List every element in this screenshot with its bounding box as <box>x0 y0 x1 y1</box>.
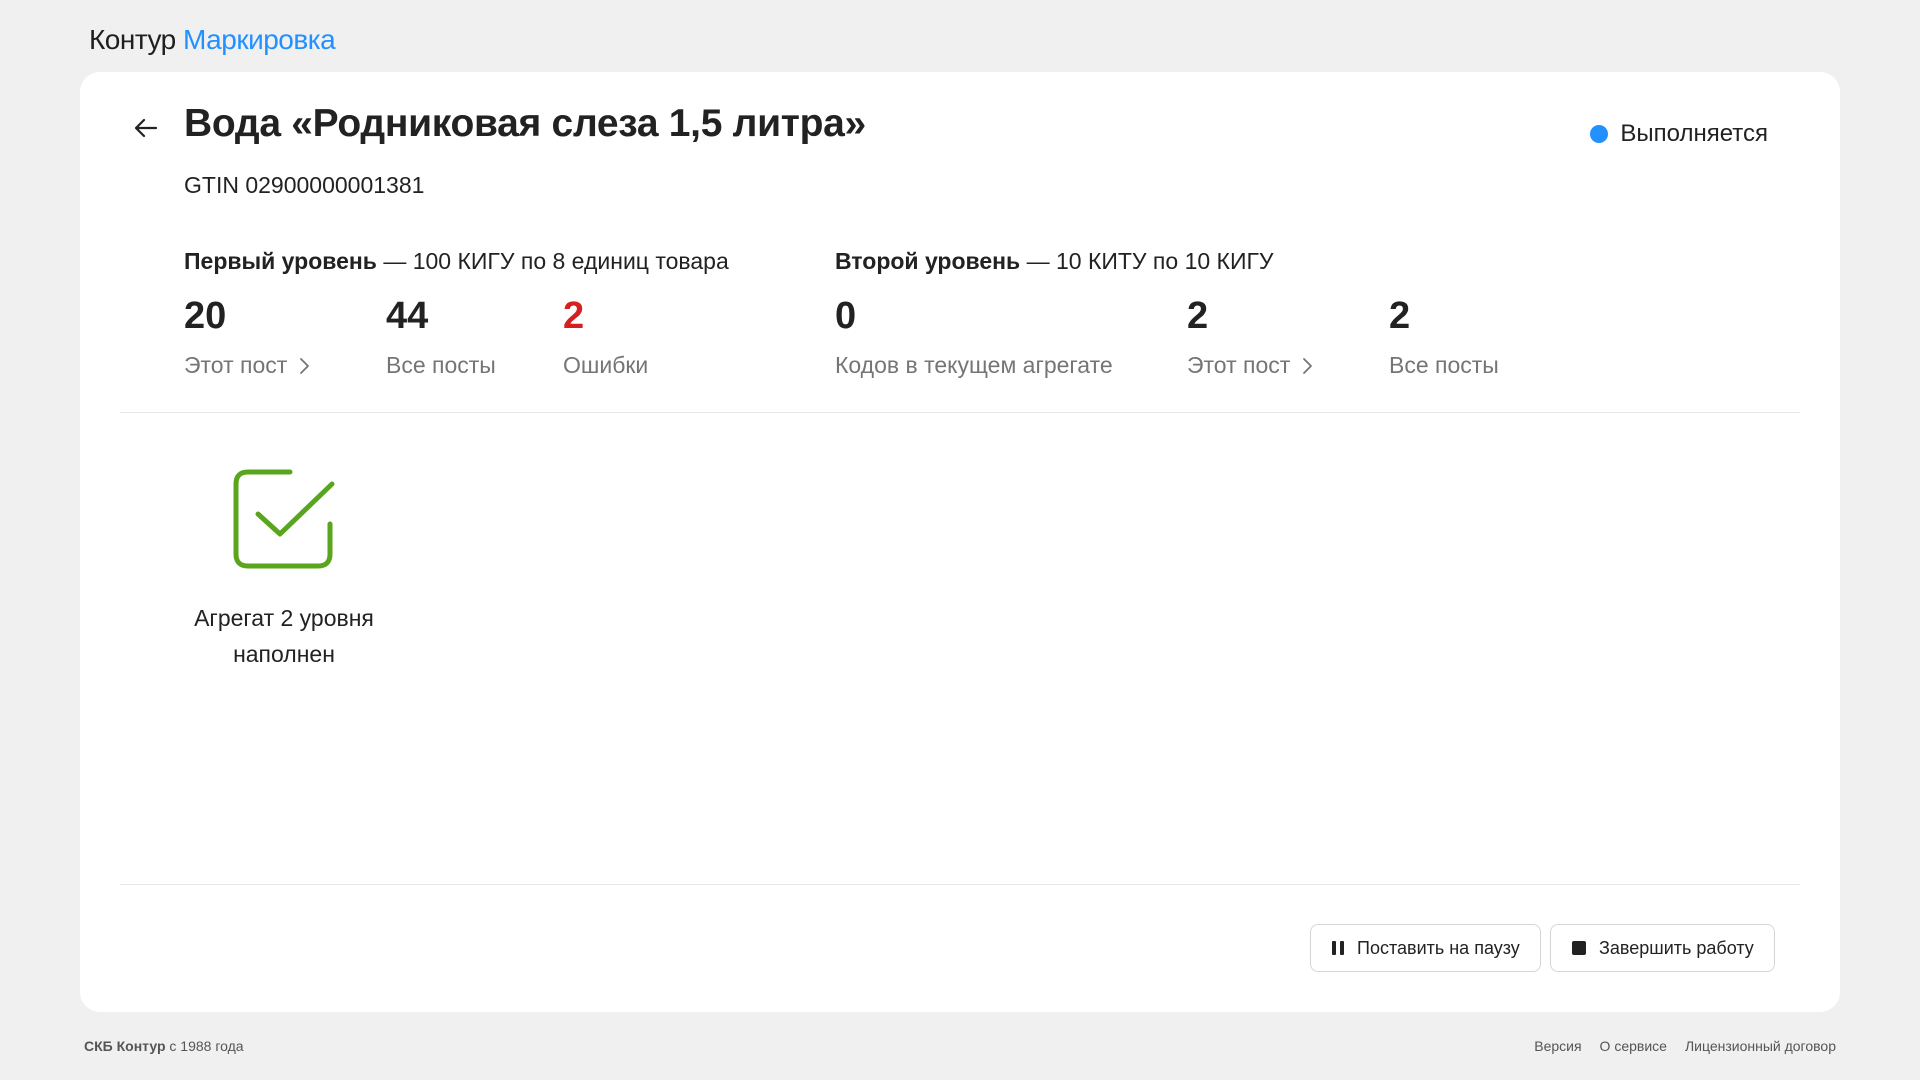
level2-current-aggregate-value: 0 <box>835 295 857 337</box>
footer-company: СКБ Контур <box>84 1038 166 1054</box>
level2-stat-all-posts: 2 Все посты <box>1389 294 1499 379</box>
level1-this-post-label: Этот пост <box>184 352 288 378</box>
level2-all-posts-value: 2 <box>1389 295 1411 337</box>
back-arrow-icon[interactable] <box>130 112 162 144</box>
level1-errors-label: Ошибки <box>563 352 649 378</box>
divider <box>120 412 1800 413</box>
status-label: Выполняется <box>1620 120 1768 147</box>
check-square-icon <box>233 469 335 569</box>
aggregate-status-line1: Агрегат 2 уровня <box>194 605 374 631</box>
logo-brand: Контур <box>89 24 176 55</box>
finish-button-label: Завершить работу <box>1599 937 1754 958</box>
pause-button-label: Поставить на паузу <box>1357 937 1520 958</box>
footer-since: с 1988 года <box>165 1038 244 1054</box>
level1-name: Первый уровень <box>184 248 377 274</box>
level2-this-post-link[interactable]: Этот пост <box>1187 352 1314 379</box>
task-card: Вода «Родниковая слеза 1,5 литра» GTIN 0… <box>80 72 1840 1012</box>
level1-this-post-value: 20 <box>184 295 227 337</box>
level1-stat-all-posts: 44 Все посты <box>386 294 496 379</box>
level2-heading: Второй уровень — 10 КИТУ по 10 КИГУ <box>835 248 1274 275</box>
pause-icon <box>1332 941 1344 955</box>
aggregate-status-text: Агрегат 2 уровня наполнен <box>184 600 384 672</box>
finish-button[interactable]: Завершить работу <box>1550 924 1775 972</box>
footer-links: Версия О сервисе Лицензионный договор <box>1534 1038 1836 1054</box>
footer-link-version[interactable]: Версия <box>1534 1038 1581 1054</box>
level2-current-aggregate-label: Кодов в текущем агрегате <box>835 352 1113 378</box>
stop-icon <box>1572 941 1586 955</box>
status-dot-icon <box>1590 125 1609 143</box>
level1-stat-errors: 2 Ошибки <box>563 294 648 379</box>
level1-this-post-link[interactable]: Этот пост <box>184 352 311 379</box>
level2-this-post-value: 2 <box>1187 295 1209 337</box>
level2-stat-this-post: 2 Этот пост <box>1187 294 1314 379</box>
footer-copyright: СКБ Контур с 1988 года <box>84 1038 244 1054</box>
page-title: Вода «Родниковая слеза 1,5 литра» <box>184 102 866 145</box>
chevron-right-icon <box>1303 357 1313 374</box>
level1-stat-this-post: 20 Этот пост <box>184 294 311 379</box>
level1-all-posts-value: 44 <box>386 295 429 337</box>
footer-link-license[interactable]: Лицензионный договор <box>1685 1038 1836 1054</box>
level2-description: — 10 КИТУ по 10 КИГУ <box>1020 248 1274 274</box>
level2-all-posts-label: Все посты <box>1389 352 1499 378</box>
level2-name: Второй уровень <box>835 248 1021 274</box>
gtin-code: GTIN 02900000001381 <box>184 172 425 198</box>
status-indicator: Выполняется <box>1590 120 1768 148</box>
level1-description: — 100 КИГУ по 8 единиц товара <box>376 248 729 274</box>
level2-this-post-label: Этот пост <box>1187 352 1291 378</box>
level1-heading: Первый уровень — 100 КИГУ по 8 единиц то… <box>184 248 729 275</box>
level1-all-posts-label: Все посты <box>386 352 496 378</box>
logo-product: Маркировка <box>183 24 336 55</box>
aggregate-status-line2: наполнен <box>233 641 335 667</box>
pause-button[interactable]: Поставить на паузу <box>1310 924 1541 972</box>
footer-link-about[interactable]: О сервисе <box>1600 1038 1667 1054</box>
chevron-right-icon <box>300 357 310 374</box>
level1-errors-value: 2 <box>563 295 585 337</box>
level2-stat-current-aggregate: 0 Кодов в текущем агрегате <box>835 294 1113 379</box>
app-logo[interactable]: Контур Маркировка <box>89 24 336 56</box>
divider <box>120 884 1800 885</box>
